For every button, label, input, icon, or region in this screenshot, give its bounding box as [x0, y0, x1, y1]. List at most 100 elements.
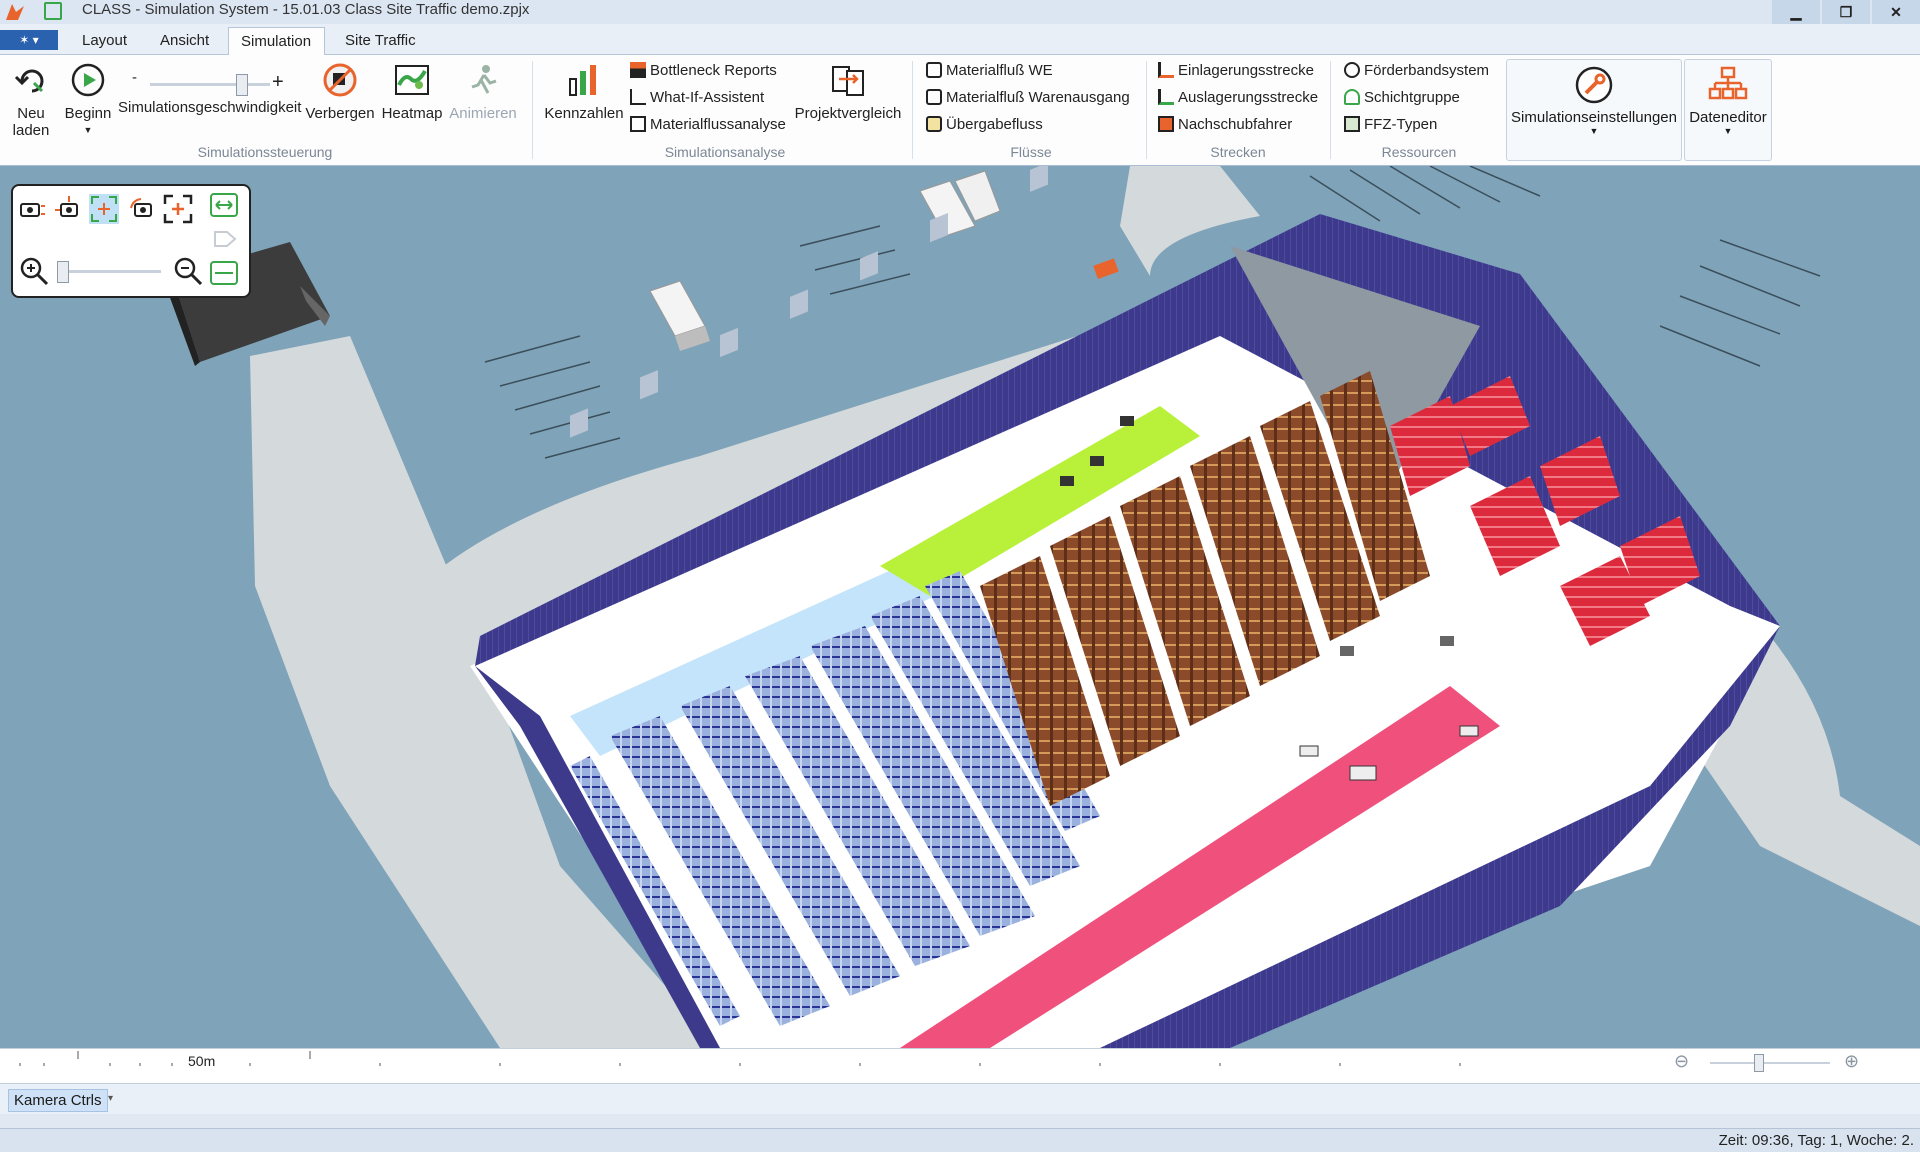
- auslagerungsstrecke-label: Auslagerungsstrecke: [1178, 89, 1319, 106]
- neu-laden-label: Neu laden: [12, 105, 50, 139]
- pointer-arrow-icon[interactable]: [209, 224, 239, 254]
- panel-dropdown-icon[interactable]: ▾: [108, 1093, 113, 1104]
- forklift-icon: [1158, 89, 1174, 105]
- collapse-horizontal-icon[interactable]: [209, 258, 239, 288]
- animate-runner-icon: [471, 65, 497, 94]
- projektvergleich-button[interactable]: Projektvergleich: [794, 63, 902, 122]
- beginn-label: Beginn: [64, 105, 112, 122]
- nachschubfahrer-button[interactable]: Nachschubfahrer: [1158, 114, 1292, 136]
- bottleneck-reports-button[interactable]: Bottleneck Reports: [630, 60, 777, 82]
- flow-analysis-icon: [630, 116, 646, 132]
- app-logo-icon: [6, 4, 24, 20]
- camera-reset-icon[interactable]: [17, 194, 47, 224]
- heatmap-icon: [395, 65, 429, 95]
- application-menu-button[interactable]: ✶ ▾: [0, 30, 58, 50]
- ribbon-tab-row: ✶ ▾ Layout Ansicht Simulation Site Traff…: [0, 24, 1920, 55]
- camera-rotate-icon[interactable]: [127, 194, 157, 224]
- einlagerungsstrecke-button[interactable]: Einlagerungsstrecke: [1158, 60, 1314, 82]
- wrench-settings-icon: [1575, 66, 1613, 104]
- kamera-ctrls-tab[interactable]: Kamera Ctrls: [8, 1089, 108, 1112]
- simulation-time-status: Zeit: 09:36, Tag: 1, Woche: 2.: [1718, 1132, 1914, 1149]
- kennzahlen-label: Kennzahlen: [544, 105, 624, 122]
- materialflussanalyse-button[interactable]: Materialflussanalyse: [630, 114, 786, 136]
- zoom-out-icon[interactable]: [173, 256, 203, 286]
- tab-simulation[interactable]: Simulation: [228, 27, 325, 55]
- ruler-zoom-out-icon[interactable]: ⊖: [1674, 1051, 1689, 1072]
- heatmap-button[interactable]: Heatmap: [380, 63, 444, 122]
- tab-site-traffic[interactable]: Site Traffic: [345, 32, 416, 49]
- camera-zoom-thumb[interactable]: [57, 261, 69, 283]
- restore-button[interactable]: ❐: [1822, 0, 1870, 24]
- group-label-fluesse: Flüsse: [1010, 144, 1052, 160]
- group-label-strecken: Strecken: [1210, 144, 1266, 160]
- truck-in-icon: [926, 62, 942, 78]
- fit-view-icon[interactable]: [163, 194, 193, 224]
- simulationseinstellungen-button[interactable]: Simulationseinstellungen ▼: [1506, 59, 1682, 161]
- dateneditor-button[interactable]: Dateneditor ▼: [1684, 59, 1772, 161]
- window-title: CLASS - Simulation System - 15.01.03 Cla…: [82, 1, 530, 18]
- what-if-assistent-button[interactable]: What-If-Assistent: [630, 87, 764, 109]
- close-button[interactable]: ✕: [1872, 0, 1920, 24]
- tab-ansicht[interactable]: Ansicht: [160, 32, 209, 49]
- ribbon-separator: [1330, 61, 1331, 159]
- auslagerungsstrecke-button[interactable]: Auslagerungsstrecke: [1158, 87, 1318, 109]
- dateneditor-label: Dateneditor: [1689, 109, 1767, 126]
- camera-focus-icon[interactable]: [89, 194, 119, 224]
- ffz-typen-button[interactable]: FFZ-Typen: [1344, 114, 1437, 136]
- materialflussanalyse-label: Materialflussanalyse: [650, 116, 786, 133]
- data-tree-icon: [1708, 66, 1748, 100]
- ruler-ticks: [19, 1051, 1461, 1066]
- beginn-dropdown-icon[interactable]: ▼: [62, 122, 114, 139]
- ruler-zoom-in-icon[interactable]: ⊕: [1844, 1051, 1859, 1072]
- ffz-typen-label: FFZ-Typen: [1364, 116, 1438, 133]
- neu-laden-button[interactable]: Neu laden: [6, 63, 56, 139]
- group-label-simulationssteuerung: Simulationssteuerung: [197, 144, 333, 160]
- uebergabefluss-label: Übergabefluss: [946, 116, 1043, 133]
- handover-icon: [926, 116, 942, 132]
- speed-label: Simulationsgeschwindigkeit: [118, 99, 302, 116]
- what-if-label: What-If-Assistent: [650, 89, 765, 106]
- einlagerungsstrecke-label: Einlagerungsstrecke: [1178, 62, 1314, 79]
- zoom-in-icon[interactable]: [19, 256, 49, 286]
- ruler-zoom-thumb[interactable]: [1754, 1054, 1764, 1072]
- title-bar: CLASS - Simulation System - 15.01.03 Cla…: [0, 0, 1920, 24]
- expand-horizontal-icon[interactable]: [209, 190, 239, 220]
- scale-ruler: 50m ⊖ ⊕: [0, 1048, 1920, 1083]
- wizard-icon: [630, 89, 646, 105]
- foerderbandsystem-button[interactable]: Förderbandsystem: [1344, 60, 1489, 82]
- nachschubfahrer-label: Nachschubfahrer: [1178, 116, 1293, 133]
- materialfluss-warenausgang-button[interactable]: Materialfluß Warenausgang: [926, 87, 1130, 109]
- speed-track: [150, 74, 270, 96]
- projektvergleich-label: Projektvergleich: [794, 105, 902, 122]
- camera-pan-icon[interactable]: [53, 194, 83, 224]
- simulation-3d-viewport[interactable]: [0, 166, 1920, 1048]
- speed-thumb[interactable]: [235, 74, 248, 96]
- foerderbandsystem-label: Förderbandsystem: [1364, 62, 1490, 79]
- warehouse-scene[interactable]: [0, 166, 1920, 1048]
- vehicle-types-icon: [1344, 116, 1360, 132]
- ruler-zoom-control: ⊖ ⊕: [1674, 1051, 1884, 1077]
- animieren-button[interactable]: Animieren: [448, 63, 518, 122]
- panel-area: [0, 1114, 1920, 1128]
- speed-plus[interactable]: +: [272, 71, 284, 93]
- verbergen-label: Verbergen: [305, 105, 375, 122]
- forklift-icon: [1158, 62, 1174, 78]
- speed-minus[interactable]: -: [132, 67, 137, 89]
- verbergen-button[interactable]: Verbergen: [302, 63, 378, 122]
- uebergabefluss-button[interactable]: Übergabefluss: [926, 114, 1043, 136]
- kennzahlen-button[interactable]: Kennzahlen: [544, 63, 624, 122]
- speed-slider[interactable]: - +: [132, 67, 292, 97]
- beginn-button[interactable]: Beginn ▼: [62, 63, 114, 139]
- schichtgruppe-button[interactable]: Schichtgruppe: [1344, 87, 1460, 109]
- schichtgruppe-label: Schichtgruppe: [1364, 89, 1460, 106]
- ruler-zoom-slider[interactable]: [1710, 1054, 1830, 1072]
- dropdown-arrow-icon: ▼: [1589, 126, 1599, 136]
- heatmap-label: Heatmap: [381, 105, 443, 122]
- tab-layout[interactable]: Layout: [82, 32, 127, 49]
- quick-save-icon[interactable]: [44, 2, 62, 20]
- minimize-button[interactable]: ▁: [1772, 0, 1820, 24]
- materialfluss-we-button[interactable]: Materialfluß WE: [926, 60, 1053, 82]
- camera-zoom-slider[interactable]: [57, 261, 161, 283]
- conveyor-icon: [1344, 62, 1360, 78]
- group-label-ressourcen: Ressourcen: [1381, 144, 1457, 160]
